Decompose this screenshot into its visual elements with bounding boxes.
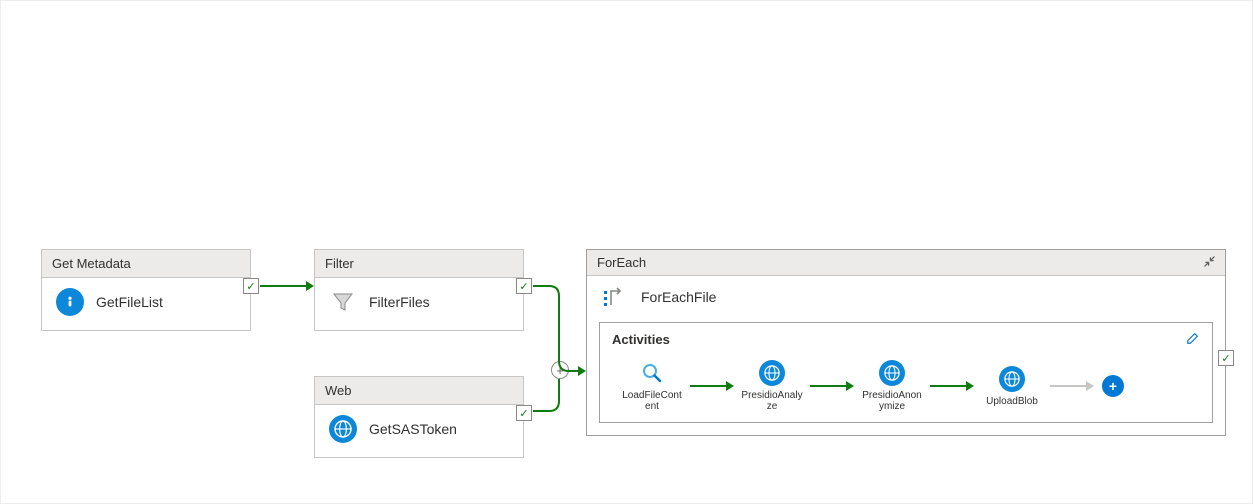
arrow-icon — [930, 380, 974, 392]
connector — [533, 361, 593, 421]
arrow-icon — [690, 380, 734, 392]
globe-icon — [759, 360, 785, 386]
add-activity-button[interactable]: + — [1102, 375, 1124, 397]
node-header: Filter — [315, 250, 523, 278]
activity-label: UploadBlob — [981, 396, 1043, 407]
node-get-metadata[interactable]: Get Metadata GetFileList ✓ — [41, 249, 251, 331]
node-body: GetFileList — [42, 278, 250, 330]
collapse-icon[interactable] — [1204, 256, 1215, 270]
node-name: GetSASToken — [369, 421, 457, 437]
node-name: GetFileList — [96, 294, 163, 310]
globe-icon — [329, 415, 357, 443]
activity-presidioanonymize[interactable]: PresidioAnonymize — [862, 360, 922, 412]
activity-presidioanalyze[interactable]: PresidioAnalyze — [742, 360, 802, 412]
arrow-icon — [1050, 380, 1094, 392]
status-success-badge[interactable]: ✓ — [516, 278, 532, 294]
node-name: FilterFiles — [369, 294, 430, 310]
node-foreach[interactable]: ForEach ForEachFile Activities — [586, 249, 1226, 436]
globe-icon — [879, 360, 905, 386]
globe-icon — [999, 366, 1025, 392]
node-header: Get Metadata — [42, 250, 250, 278]
plus-icon: + — [1109, 378, 1117, 394]
node-body: FilterFiles — [315, 278, 523, 330]
activities-container[interactable]: Activities LoadFileContent — [599, 322, 1213, 423]
activity-label: PresidioAnalyze — [741, 390, 803, 412]
activity-uploadblob[interactable]: UploadBlob — [982, 366, 1042, 407]
check-icon: ✓ — [246, 280, 255, 293]
arrow-icon — [810, 380, 854, 392]
status-success-badge[interactable]: ✓ — [516, 405, 532, 421]
foreach-header-label: ForEach — [597, 255, 646, 270]
status-success-badge[interactable]: ✓ — [243, 278, 259, 294]
check-icon: ✓ — [1221, 352, 1230, 365]
node-name: ForEachFile — [641, 289, 716, 305]
check-icon: ✓ — [519, 280, 528, 293]
node-body: GetSASToken — [315, 405, 523, 457]
connector — [260, 279, 314, 293]
activities-row: LoadFileContent PresidioAnalyze — [612, 356, 1200, 412]
activity-label: PresidioAnonymize — [861, 390, 923, 412]
activity-loadfilecontent[interactable]: LoadFileContent — [622, 360, 682, 412]
foreach-icon — [601, 284, 627, 310]
node-body: ForEachFile — [587, 276, 1225, 322]
check-icon: ✓ — [519, 407, 528, 420]
edit-icon[interactable] — [1186, 331, 1200, 348]
info-icon — [56, 288, 84, 316]
activity-label: LoadFileContent — [621, 390, 683, 412]
status-success-badge[interactable]: ✓ — [1218, 350, 1234, 366]
node-web[interactable]: Web GetSASToken ✓ — [314, 376, 524, 458]
node-header: ForEach — [587, 250, 1225, 276]
node-header: Web — [315, 377, 523, 405]
pipeline-canvas[interactable]: Get Metadata GetFileList ✓ Filter Filter… — [0, 0, 1253, 504]
node-filter[interactable]: Filter FilterFiles ✓ — [314, 249, 524, 331]
activities-label: Activities — [612, 332, 670, 347]
search-icon — [639, 360, 665, 386]
funnel-icon — [329, 288, 357, 316]
